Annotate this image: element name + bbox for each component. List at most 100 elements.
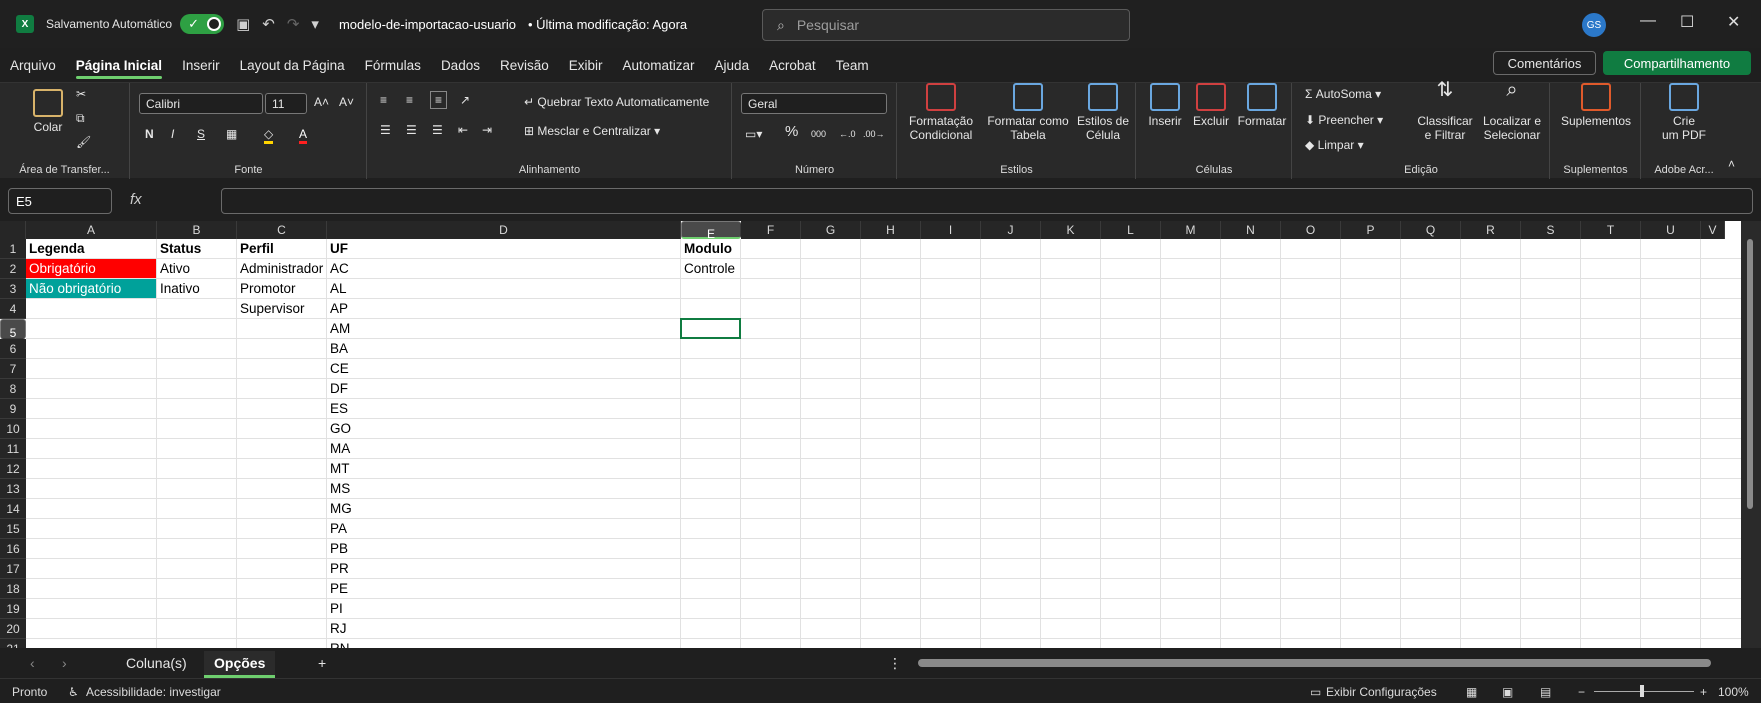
cell-d5[interactable]: AM: [327, 319, 680, 338]
next-sheet-icon[interactable]: ›: [52, 651, 77, 675]
increase-indent-icon[interactable]: ⇥: [482, 123, 492, 137]
zoom-slider[interactable]: [1594, 691, 1694, 692]
sheet-options-icon[interactable]: ⋮: [878, 651, 912, 676]
row-header-21[interactable]: 21: [0, 639, 26, 648]
cell-d1[interactable]: UF: [327, 239, 680, 258]
find-select-button[interactable]: ⌕ Localizar e Selecionar: [1479, 80, 1545, 142]
name-box[interactable]: E5: [8, 188, 112, 214]
sheet-tab-coluna[interactable]: Coluna(s): [116, 651, 197, 675]
column-header-a[interactable]: A: [26, 221, 157, 239]
insert-cells-button[interactable]: Inserir: [1143, 83, 1187, 128]
cell-a3[interactable]: Não obrigatório: [26, 279, 156, 298]
last-modified[interactable]: • Última modificação: Agora: [528, 17, 687, 32]
active-cell-e5[interactable]: [680, 318, 741, 339]
align-middle-icon[interactable]: ≡: [406, 93, 413, 107]
vertical-scroll-thumb[interactable]: [1747, 239, 1753, 509]
thousands-icon[interactable]: 000: [811, 127, 826, 141]
font-name-select[interactable]: Calibri: [139, 93, 263, 114]
add-sheet-icon[interactable]: +: [308, 651, 336, 675]
accessibility-status[interactable]: Acessibilidade: investigar: [86, 685, 221, 699]
merge-center-button[interactable]: ⊞ Mesclar e Centralizar ▾: [524, 124, 660, 138]
cell-c2[interactable]: Administrador: [237, 259, 326, 278]
cell-d21[interactable]: RN: [327, 639, 680, 648]
cell-d15[interactable]: PA: [327, 519, 680, 538]
row-header-19[interactable]: 19: [0, 599, 26, 619]
cell-d20[interactable]: RJ: [327, 619, 680, 638]
zoom-in-icon[interactable]: +: [1700, 685, 1707, 699]
cell-d4[interactable]: AP: [327, 299, 680, 318]
align-right-icon[interactable]: ☰: [432, 123, 443, 137]
row-header-18[interactable]: 18: [0, 579, 26, 599]
column-header-k[interactable]: K: [1041, 221, 1101, 239]
cell-d6[interactable]: BA: [327, 339, 680, 358]
row-header-20[interactable]: 20: [0, 619, 26, 639]
currency-icon[interactable]: ▭▾: [745, 127, 762, 141]
cell-d13[interactable]: MS: [327, 479, 680, 498]
cut-icon[interactable]: ✂: [76, 87, 86, 101]
column-header-i[interactable]: I: [921, 221, 981, 239]
addins-button[interactable]: Suplementos: [1561, 83, 1631, 128]
cell-d12[interactable]: MT: [327, 459, 680, 478]
zoom-slider-thumb[interactable]: [1640, 685, 1644, 697]
row-header-3[interactable]: 3: [0, 279, 26, 299]
zoom-level[interactable]: 100%: [1718, 685, 1749, 699]
format-cells-button[interactable]: Formatar: [1235, 83, 1289, 128]
cell-d16[interactable]: PB: [327, 539, 680, 558]
autosum-button[interactable]: Σ AutoSoma ▾: [1305, 87, 1381, 101]
prev-sheet-icon[interactable]: ‹: [20, 651, 45, 675]
row-header-5[interactable]: 5: [0, 319, 26, 340]
fill-button[interactable]: ⬇ Preencher ▾: [1305, 113, 1383, 127]
cell-b2[interactable]: Ativo: [157, 259, 236, 278]
number-format-select[interactable]: Geral: [741, 93, 887, 114]
undo-icon[interactable]: ↶: [262, 15, 275, 33]
column-header-g[interactable]: G: [801, 221, 861, 239]
spreadsheet-grid[interactable]: A B C D E F G H I J K L M N O P Q R S T U V 1 2 3 4 5 6 7 8 9 10 11 12 13 1…: [0, 221, 1761, 648]
align-center-icon[interactable]: ☰: [406, 123, 417, 137]
align-bottom-icon[interactable]: ≡: [430, 91, 448, 109]
grow-font-icon[interactable]: A˄: [314, 95, 329, 109]
column-header-b[interactable]: B: [157, 221, 237, 239]
collapse-ribbon-icon[interactable]: ˄: [1728, 157, 1735, 171]
tab-arquivo[interactable]: Arquivo: [10, 52, 56, 79]
tab-ajuda[interactable]: Ajuda: [715, 52, 750, 79]
row-header-11[interactable]: 11: [0, 439, 26, 459]
tab-team[interactable]: Team: [836, 52, 869, 79]
cell-c3[interactable]: Promotor: [237, 279, 326, 298]
borders-icon[interactable]: ▦: [226, 127, 237, 141]
row-header-6[interactable]: 6: [0, 339, 26, 359]
column-header-v[interactable]: V: [1701, 221, 1725, 239]
display-settings[interactable]: Exibir Configurações: [1326, 685, 1437, 699]
column-header-t[interactable]: T: [1581, 221, 1641, 239]
cell-d17[interactable]: PR: [327, 559, 680, 578]
row-header-12[interactable]: 12: [0, 459, 26, 479]
sheet-tab-opcoes[interactable]: Opções: [204, 651, 276, 678]
cell-e2[interactable]: Controle: [681, 259, 740, 278]
cell-d2[interactable]: AC: [327, 259, 680, 278]
column-header-l[interactable]: L: [1101, 221, 1161, 239]
document-name[interactable]: modelo-de-importacao-usuario: [339, 17, 516, 32]
format-table-button[interactable]: Formatar como Tabela: [984, 83, 1072, 142]
normal-view-icon[interactable]: ▦: [1466, 685, 1477, 699]
share-button[interactable]: Compartilhamento: [1603, 51, 1751, 75]
tab-pagina-inicial[interactable]: Página Inicial: [75, 52, 163, 79]
customize-toolbar-icon[interactable]: ▾: [311, 15, 319, 33]
font-color-icon[interactable]: A: [299, 127, 308, 144]
sort-filter-button[interactable]: ⇅ Classificar e Filtrar: [1415, 80, 1475, 142]
autosave-toggle[interactable]: ✓: [180, 14, 225, 34]
column-header-h[interactable]: H: [861, 221, 921, 239]
horizontal-scrollbar[interactable]: [918, 659, 1711, 667]
zoom-out-icon[interactable]: −: [1578, 685, 1585, 699]
minimize-icon[interactable]: —: [1640, 12, 1656, 30]
fx-icon[interactable]: fx: [130, 191, 142, 208]
cell-d3[interactable]: AL: [327, 279, 680, 298]
decrease-indent-icon[interactable]: ⇤: [458, 123, 468, 137]
select-all-corner[interactable]: [0, 221, 26, 239]
tab-formulas[interactable]: Fórmulas: [365, 52, 421, 79]
conditional-format-button[interactable]: Formatação Condicional: [902, 83, 980, 142]
column-header-c[interactable]: C: [237, 221, 327, 239]
cell-d19[interactable]: PI: [327, 599, 680, 618]
clear-button[interactable]: ◆ Limpar ▾: [1305, 138, 1364, 152]
format-painter-icon[interactable]: 🖌: [76, 135, 91, 149]
page-layout-icon[interactable]: ▣: [1502, 685, 1513, 699]
cell-e1[interactable]: Modulo: [681, 239, 740, 258]
